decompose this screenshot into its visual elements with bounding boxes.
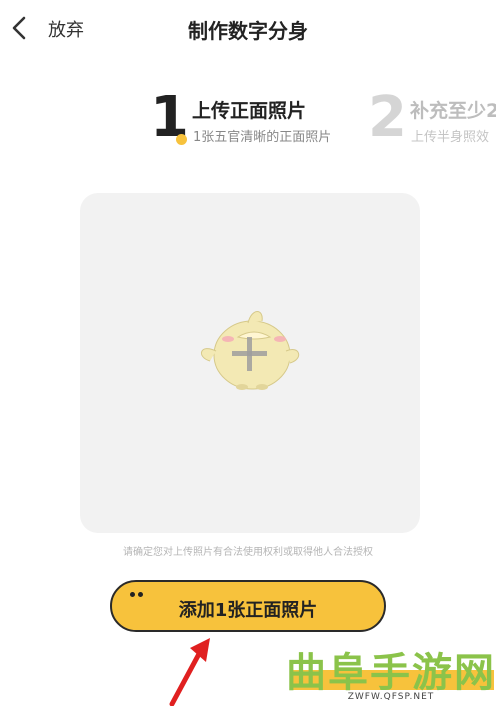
step-2-number: 2 — [368, 90, 407, 150]
step-2-subtitle: 上传半身照效 — [411, 130, 490, 145]
step-1-subtitle: 1张五官清晰的正面照片 — [193, 130, 332, 145]
add-front-photo-button[interactable]: 添加1张正面照片 — [110, 580, 386, 632]
add-front-photo-label: 添加1张正面照片 — [178, 600, 318, 621]
authorization-notice: 请确定您对上传照片有合法使用权利或取得他人合法授权 — [123, 547, 373, 558]
watermark-title: 曲阜手游网 — [286, 649, 496, 696]
top-bar: 放弃 制作数字分身 — [0, 0, 496, 58]
watermark-url: ZWFW.QFSP.NET — [347, 692, 435, 702]
photo-upload-area[interactable] — [80, 193, 420, 533]
red-arrow-icon — [169, 638, 210, 706]
page-title: 制作数字分身 — [188, 19, 308, 43]
step-1-title: 上传正面照片 — [192, 100, 307, 122]
chick-mascot-plus-icon[interactable] — [192, 303, 308, 393]
step-active-dot — [176, 134, 187, 145]
site-watermark: 曲阜手游网 ZWFW.QFSP.NET — [286, 642, 496, 705]
step-2-title: 补充至少2 — [410, 100, 496, 122]
step-indicator: 1 上传正面照片 1张五官清晰的正面照片 2 补充至少2 上传半身照效 — [0, 90, 496, 160]
